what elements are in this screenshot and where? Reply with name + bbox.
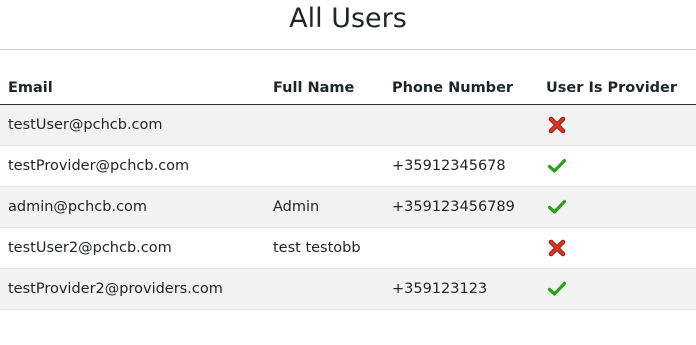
column-header-phone-number: Phone Number: [384, 73, 538, 105]
title-divider: [0, 49, 696, 50]
cell-phone-number: [384, 104, 538, 146]
cross-icon: [547, 238, 567, 258]
cell-user-is-provider: [538, 268, 696, 310]
cell-email: testUser2@pchcb.com: [0, 227, 265, 269]
cross-icon: [547, 115, 567, 135]
cell-user-is-provider: [538, 104, 696, 146]
cell-full-name: Admin: [265, 186, 384, 228]
cell-email: testProvider@pchcb.com: [0, 145, 265, 187]
cell-email: testUser@pchcb.com: [0, 104, 265, 146]
table-row: admin@pchcb.com Admin +359123456789: [0, 186, 696, 228]
cell-phone-number: +359123456789: [384, 186, 538, 228]
table-row: testUser2@pchcb.com test testobb: [0, 227, 696, 269]
cell-user-is-provider: [538, 186, 696, 228]
column-header-user-is-provider: User Is Provider: [538, 73, 696, 105]
cell-phone-number: +35912345678: [384, 145, 538, 187]
users-table: Email Full Name Phone Number User Is Pro…: [0, 73, 696, 310]
column-header-email: Email: [0, 73, 265, 105]
table-row: testProvider2@providers.com +359123123: [0, 268, 696, 310]
table-row: testProvider@pchcb.com +35912345678: [0, 145, 696, 187]
check-icon: [547, 197, 567, 217]
page-title: All Users: [289, 3, 407, 34]
column-header-full-name: Full Name: [265, 73, 384, 105]
cell-full-name: [265, 104, 384, 146]
cell-full-name: [265, 268, 384, 310]
table-row: testUser@pchcb.com: [0, 104, 696, 146]
cell-full-name: test testobb: [265, 227, 384, 269]
check-icon: [547, 279, 567, 299]
cell-phone-number: +359123123: [384, 268, 538, 310]
table-header-row: Email Full Name Phone Number User Is Pro…: [0, 73, 696, 105]
cell-user-is-provider: [538, 227, 696, 269]
cell-email: admin@pchcb.com: [0, 186, 265, 228]
cell-email: testProvider2@providers.com: [0, 268, 265, 310]
cell-phone-number: [384, 227, 538, 269]
cell-user-is-provider: [538, 145, 696, 187]
cell-full-name: [265, 145, 384, 187]
check-icon: [547, 156, 567, 176]
